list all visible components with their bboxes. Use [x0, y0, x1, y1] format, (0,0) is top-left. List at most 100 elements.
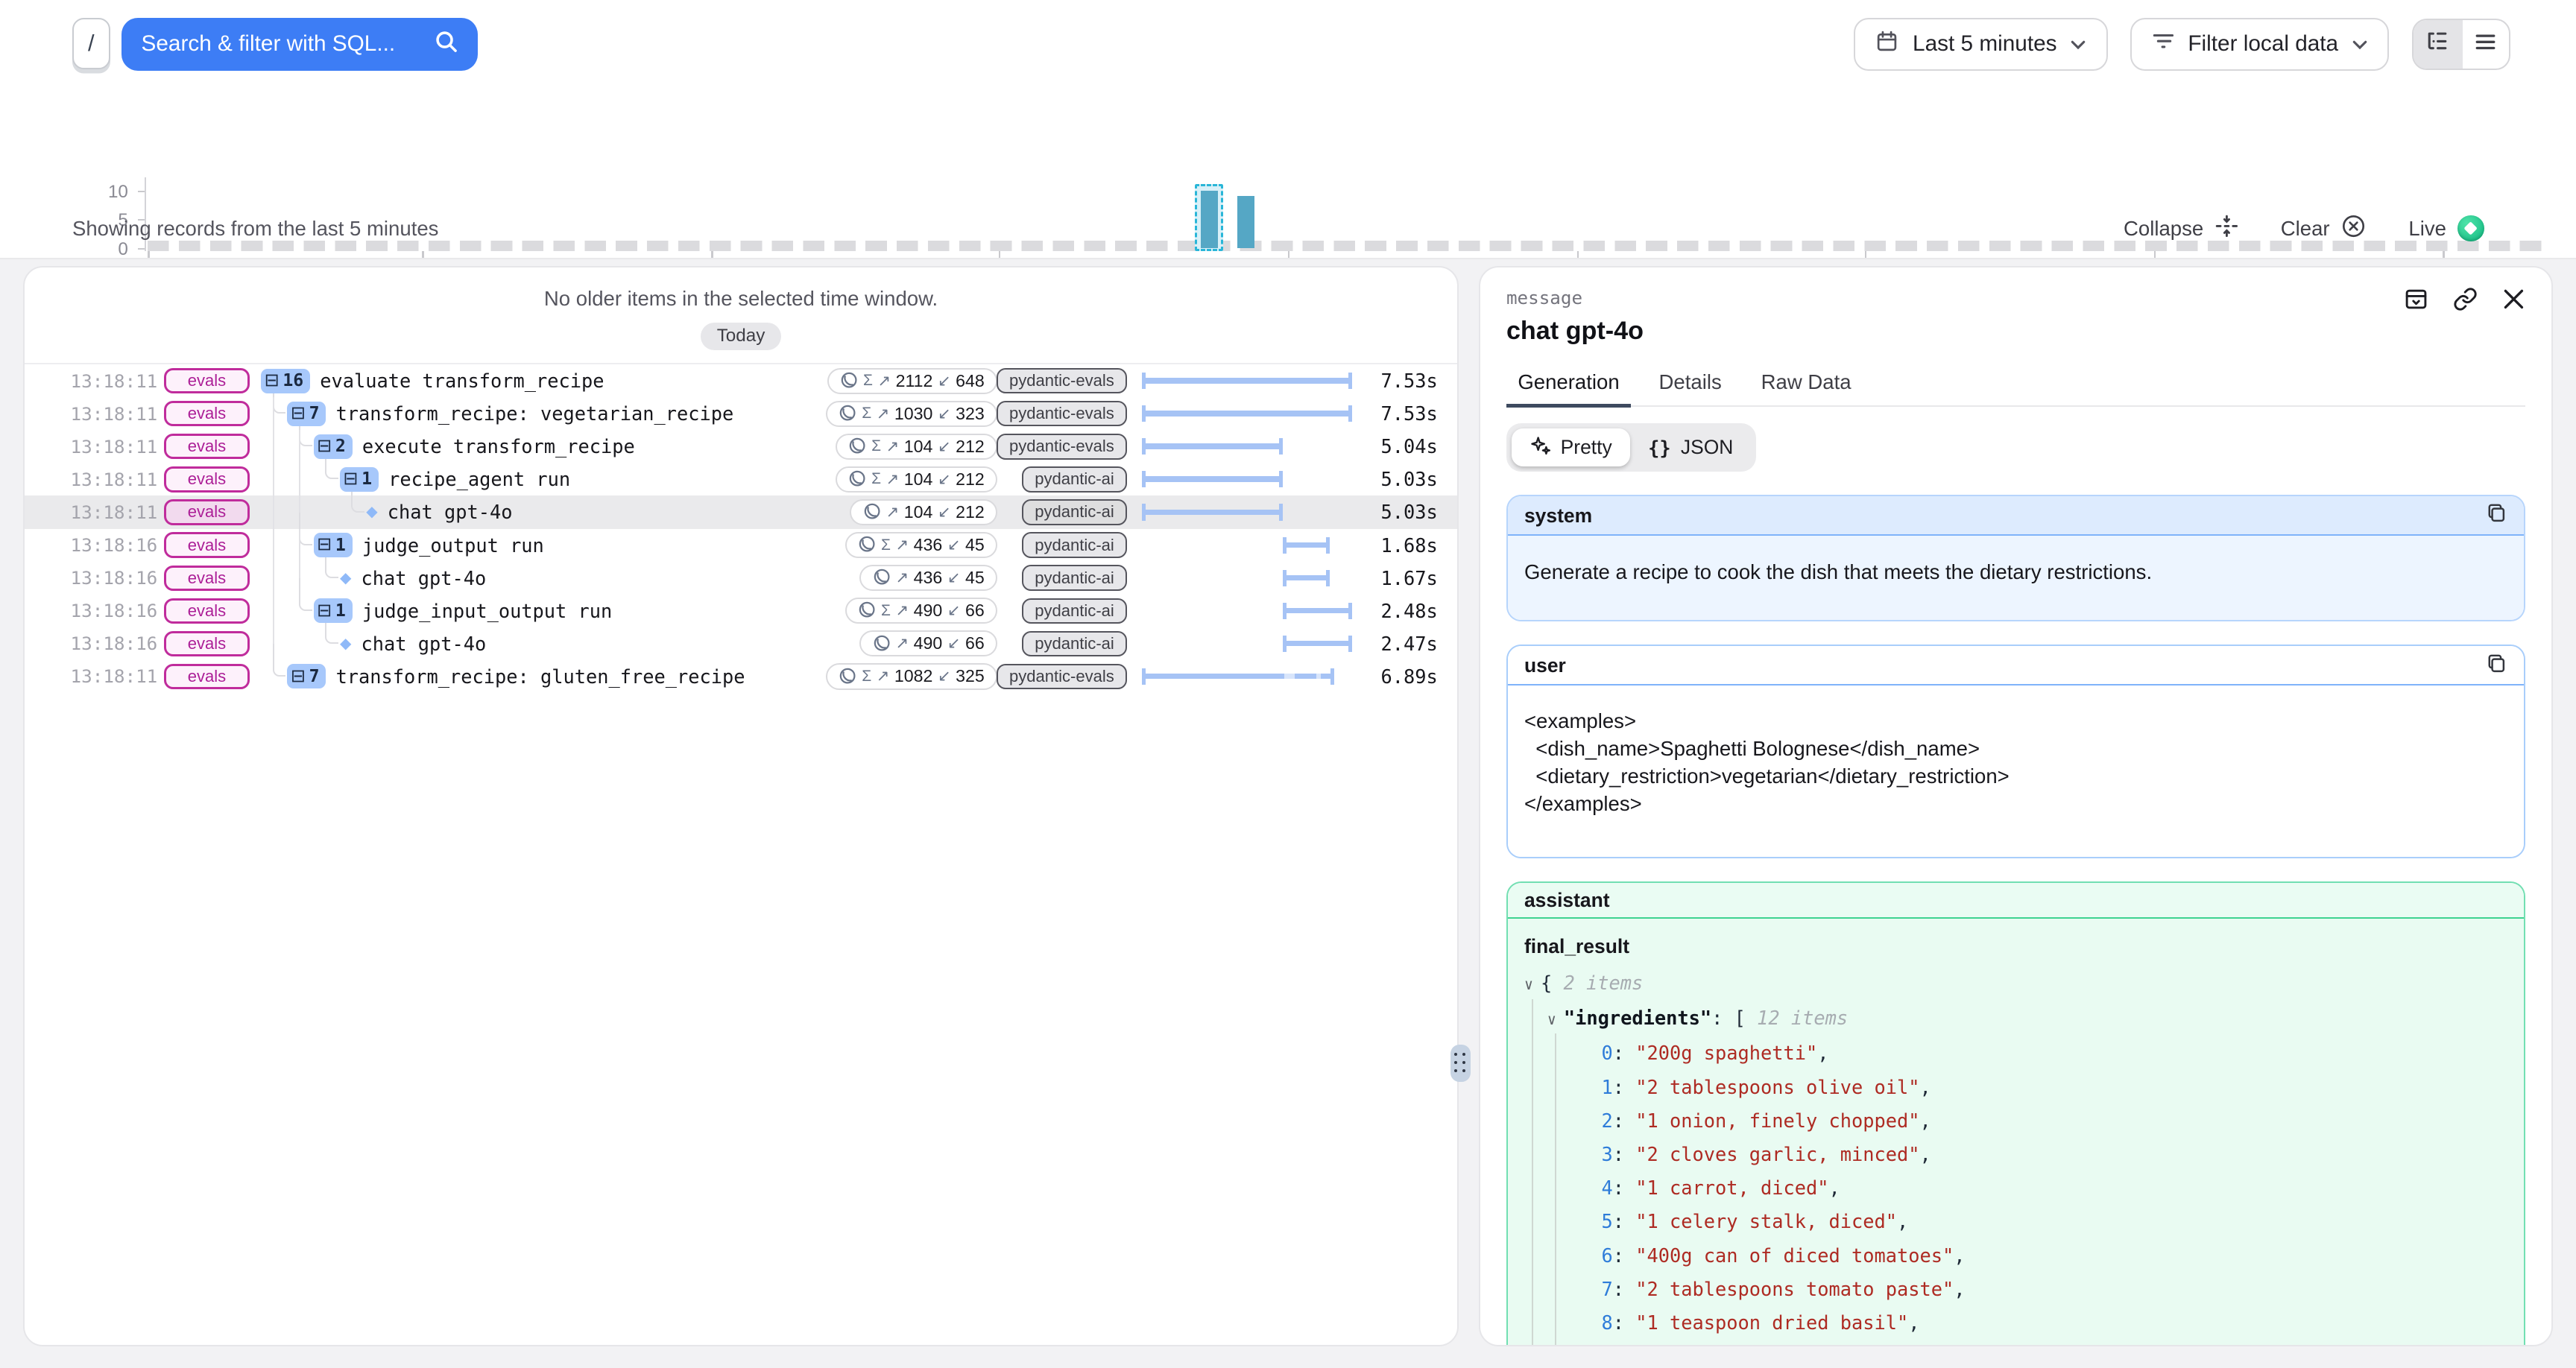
collapse-node-button[interactable]: ⊟1 — [340, 467, 379, 492]
token-usage-badge: Σ↗2112↙648 — [827, 368, 997, 394]
close-icon[interactable] — [2502, 288, 2525, 311]
row-duration: 7.53s — [1352, 402, 1438, 425]
collapse-node-button[interactable]: ⊟1 — [314, 598, 353, 623]
dock-panel-icon[interactable] — [2404, 287, 2428, 311]
coin-icon — [873, 563, 891, 593]
pretty-toggle[interactable]: Pretty — [1512, 428, 1630, 466]
json-root-line[interactable]: ∨{ 2 items — [1524, 966, 2507, 1001]
trace-row[interactable]: 13:18:11evals⊟7transform_recipe: vegetar… — [25, 397, 1457, 430]
trace-row[interactable]: 13:18:11evals⊟1recipe_agent runΣ↗104↙212… — [25, 463, 1457, 495]
json-array-item: 0: "200g spaghetti", — [1524, 1036, 2507, 1070]
row-duration: 1.67s — [1352, 567, 1438, 589]
row-timestamp: 13:18:16 — [71, 600, 153, 621]
coin-icon — [863, 497, 881, 527]
showing-records-text: Showing records from the last 5 minutes — [72, 217, 438, 241]
row-duration: 1.68s — [1352, 534, 1438, 557]
collapse-node-button[interactable]: ⊟7 — [287, 402, 326, 426]
scope-tag: pydantic-evals — [997, 664, 1128, 689]
trace-row[interactable]: 13:18:16evals◆chat gpt-4o↗490↙66pydantic… — [25, 627, 1457, 660]
trace-row[interactable]: 13:18:11evals⊟16evaluate transform_recip… — [25, 364, 1457, 397]
coin-icon — [873, 629, 891, 659]
collapse-node-button[interactable]: ⊟7 — [287, 664, 326, 688]
assistant-role-label: assistant — [1524, 889, 1610, 912]
live-toggle[interactable]: Live — [2408, 215, 2484, 241]
no-older-items-notice: No older items in the selected time wind… — [25, 287, 1457, 311]
tab-generation[interactable]: Generation — [1506, 370, 1631, 405]
output-tokens-icon: ↙ — [938, 667, 951, 685]
time-range-dropdown[interactable]: Last 5 minutes — [1854, 18, 2108, 71]
main-area: No older items in the selected time wind… — [0, 258, 2576, 1368]
span-name: evaluate transform_recipe — [320, 370, 604, 392]
sum-icon: Σ — [881, 602, 891, 620]
json-toggle[interactable]: {} JSON — [1630, 428, 1752, 466]
slash-shortcut-key[interactable]: / — [72, 18, 110, 69]
clear-button[interactable]: Clear — [2281, 214, 2366, 244]
system-message-card: system Generate a recipe to cook the dis… — [1506, 495, 2525, 622]
sum-icon: Σ — [862, 405, 871, 422]
copy-link-icon[interactable] — [2453, 287, 2478, 311]
coin-icon — [848, 464, 866, 494]
squared-minus-icon: ⊟ — [317, 437, 332, 455]
duration-gantt-bar — [1283, 537, 1330, 554]
collapse-node-button[interactable]: ⊟2 — [314, 434, 353, 459]
evals-badge: evals — [164, 532, 250, 557]
copy-icon[interactable] — [2486, 653, 2507, 680]
json-key-line[interactable]: ∨"ingredients": [ 12 items — [1524, 1001, 2507, 1036]
time-range-label: Last 5 minutes — [1913, 31, 2056, 57]
output-tokens-icon: ↙ — [947, 634, 961, 653]
trace-row[interactable]: 13:18:11evals◆chat gpt-4o↗104↙212pydanti… — [25, 495, 1457, 528]
list-view-toggle[interactable] — [2461, 20, 2509, 68]
input-tokens-icon: ↗ — [895, 536, 909, 554]
activity-chart: 1050Mar 31. 13:15:5213:16:2913:17:0713:1… — [0, 90, 2576, 205]
scope-tag: pydantic-ai — [1022, 532, 1127, 557]
collapse-node-button[interactable]: ⊟16 — [261, 369, 310, 393]
search-button[interactable]: Search & filter with SQL... — [121, 18, 478, 71]
leaf-span-icon: ◆ — [340, 569, 351, 587]
row-timestamp: 13:18:11 — [71, 403, 153, 425]
scope-tag: pydantic-ai — [1022, 466, 1127, 492]
scope-tag: pydantic-ai — [1022, 598, 1127, 624]
span-name: chat gpt-4o — [388, 501, 513, 523]
json-tree-viewer: ∨{ 2 items∨"ingredients": [ 12 items0: "… — [1524, 966, 2507, 1345]
tree-view-icon — [2425, 29, 2449, 59]
tree-view-toggle[interactable] — [2414, 20, 2461, 68]
json-array-item: 1: "2 tablespoons olive oil", — [1524, 1071, 2507, 1104]
filter-local-data-dropdown[interactable]: Filter local data — [2130, 18, 2389, 71]
message-cards: system Generate a recipe to cook the dis… — [1480, 472, 2551, 1346]
squared-minus-icon: ⊟ — [265, 372, 280, 390]
clear-icon — [2341, 214, 2366, 244]
trace-rows: 13:18:11 evals ⊟16 evaluate transform_recip… — [25, 363, 1457, 693]
squared-minus-icon: ⊟ — [291, 668, 306, 685]
leaf-span-icon: ◆ — [366, 503, 377, 521]
token-usage-badge: Σ↗104↙212 — [836, 466, 997, 493]
collapse-button[interactable]: Collapse — [2124, 215, 2238, 243]
row-timestamp: 13:18:11 — [71, 436, 153, 457]
panel-resize-handle[interactable] — [1450, 1045, 1470, 1083]
span-detail-panel: message — [1479, 266, 2553, 1347]
sum-icon: Σ — [871, 437, 881, 455]
row-timestamp: 13:18:11 — [71, 370, 153, 392]
duration-gantt-bar — [1283, 603, 1352, 619]
trace-row[interactable]: 13:18:16evals⊟1judge_output runΣ↗436↙45p… — [25, 529, 1457, 562]
live-status-icon — [2457, 215, 2484, 241]
slash-key-label: / — [88, 30, 95, 57]
sparkles-icon — [1530, 434, 1551, 461]
copy-icon[interactable] — [2486, 502, 2507, 529]
tab-details[interactable]: Details — [1647, 370, 1733, 405]
span-name: chat gpt-4o — [361, 567, 486, 589]
trace-row[interactable]: 13:18:16evals◆chat gpt-4o↗436↙45pydantic… — [25, 562, 1457, 595]
trace-row[interactable]: 13:18:11evals⊟2execute transform_recipeΣ… — [25, 430, 1457, 463]
tab-raw-data[interactable]: Raw Data — [1749, 370, 1863, 405]
span-name: execute transform_recipe — [362, 435, 635, 457]
trace-row[interactable]: 13:18:11evals⊟7transform_recipe: gluten_… — [25, 660, 1457, 693]
pretty-label: Pretty — [1561, 436, 1612, 459]
coin-icon — [839, 662, 856, 691]
trace-row[interactable]: 13:18:16evals⊟1judge_input_output runΣ↗4… — [25, 595, 1457, 627]
scope-tag: pydantic-ai — [1022, 565, 1127, 590]
clear-label: Clear — [2281, 217, 2330, 241]
span-name: transform_recipe: vegetarian_recipe — [336, 402, 734, 425]
scope-tag: pydantic-evals — [997, 434, 1128, 459]
token-usage-badge: Σ↗1030↙323 — [826, 401, 997, 427]
collapse-node-button[interactable]: ⊟1 — [314, 533, 353, 557]
span-name: transform_recipe: gluten_free_recipe — [336, 665, 745, 688]
